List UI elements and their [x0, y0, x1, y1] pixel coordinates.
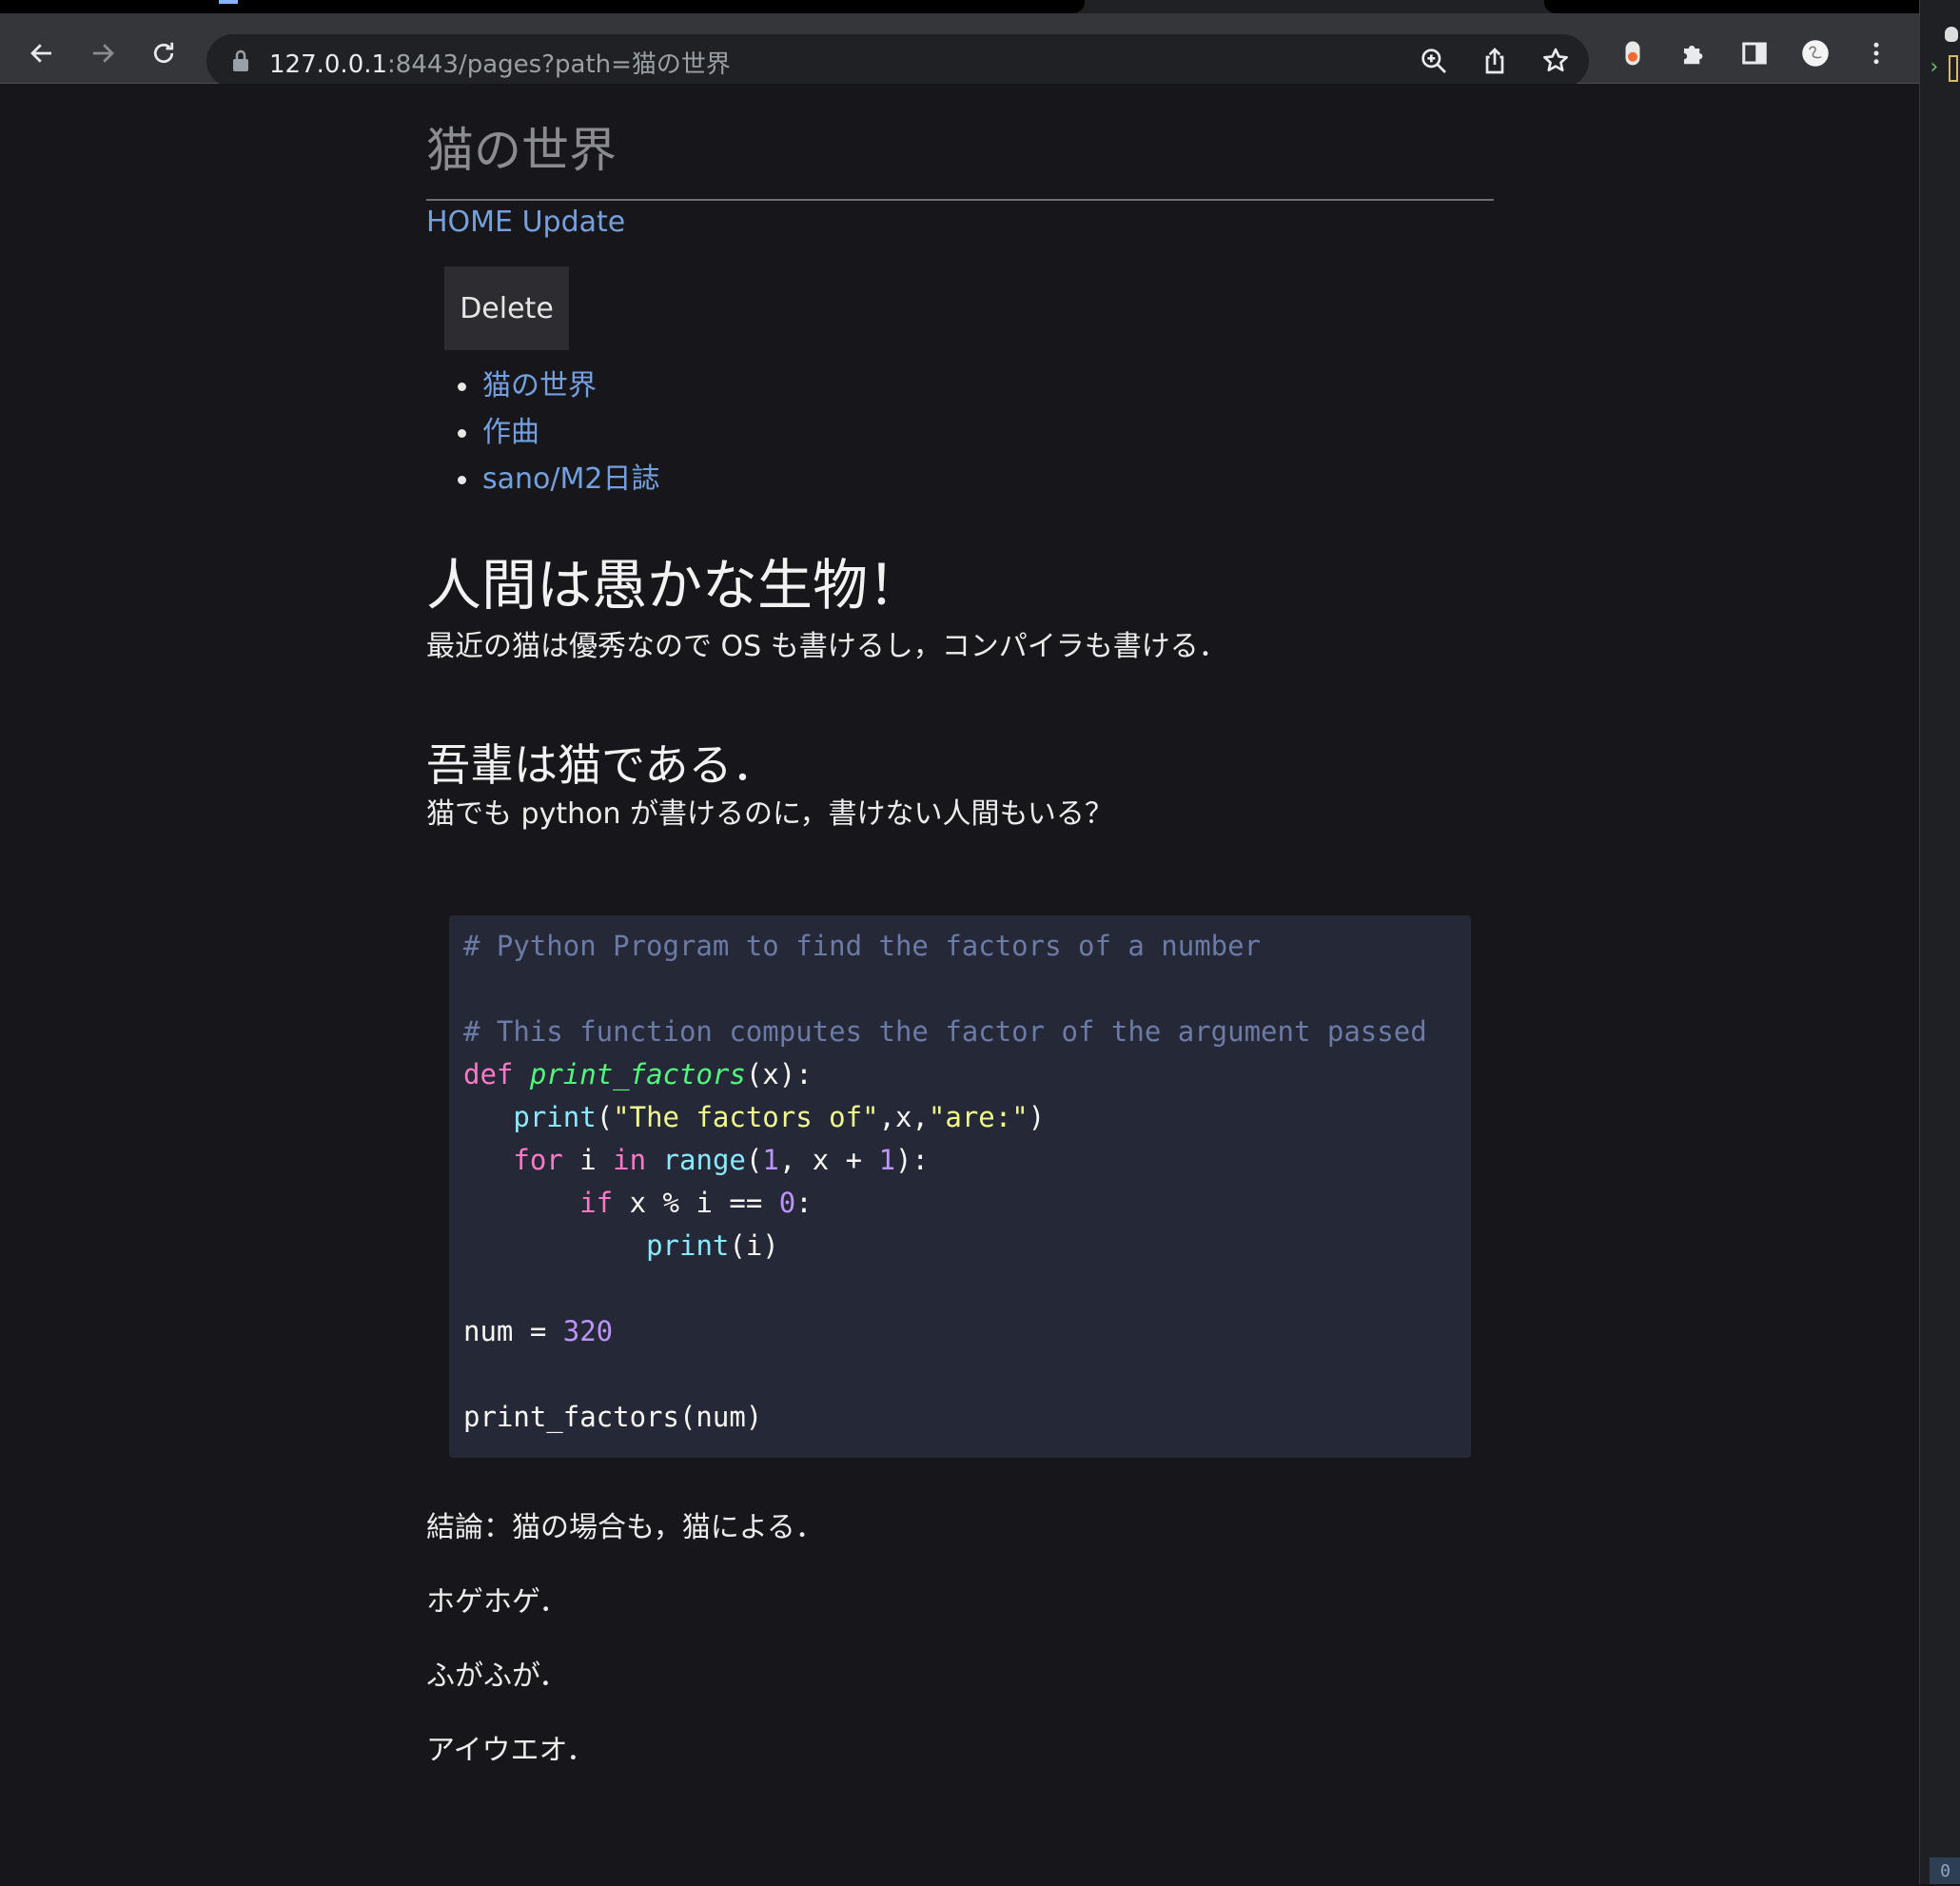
code-punct: ):: [895, 1144, 929, 1176]
code-comment: # Python Program to find the factors of …: [463, 930, 1262, 962]
code-expr: (i): [729, 1229, 779, 1262]
browser-toolbar: 127.0.0.1:8443/pages?path=猫の世界: [0, 13, 1919, 88]
terminal-cursor: [1949, 55, 1958, 82]
adjacent-window-edge: › 0: [1919, 0, 1960, 1884]
menu-kebab-icon: [1873, 42, 1879, 65]
forward-button[interactable]: [84, 34, 122, 72]
paragraph-hoge: ホゲホゲ．: [426, 1585, 568, 1619]
code-number: 1: [878, 1144, 896, 1176]
article-heading-1: 人間は愚かな生物！: [426, 553, 924, 618]
code-expr: num =: [463, 1315, 563, 1347]
zoom-icon[interactable]: [1419, 46, 1449, 76]
code-keyword: if: [579, 1187, 614, 1219]
page-link-sakkyoku[interactable]: 作曲: [482, 416, 539, 449]
code-string: "are:": [928, 1101, 1029, 1133]
page-link-neko[interactable]: 猫の世界: [482, 369, 597, 403]
profile-button[interactable]: [1796, 34, 1834, 72]
delete-button[interactable]: Delete: [444, 266, 569, 350]
code-number: 1: [762, 1144, 779, 1176]
extensions-button[interactable]: [1675, 34, 1713, 72]
reload-icon: [153, 42, 174, 64]
code-intro-paragraph: 猫でも python が書けるのに，書けない人間もいる？: [426, 797, 1113, 831]
apple-icon: [1945, 27, 1958, 42]
status-counter: 0: [1930, 1857, 1960, 1884]
page-list: 猫の世界 作曲 sano/M2日誌: [426, 363, 659, 503]
address-bar[interactable]: 127.0.0.1:8443/pages?path=猫の世界: [206, 34, 1589, 88]
paragraph-fuga: ふがふが．: [426, 1660, 568, 1693]
browser-menu-button[interactable]: [1857, 34, 1895, 72]
intro-paragraph: 最近の猫は優秀なので OS も書けるし，コンパイラも書ける．: [426, 630, 1227, 663]
url-path: :8443/pages?path=猫の世界: [387, 50, 731, 79]
nav-home-link[interactable]: HOME: [426, 206, 513, 239]
active-tab[interactable]: [0, 0, 1085, 13]
url-host: 127.0.0.1: [269, 50, 388, 79]
code-function-name: print_factors: [529, 1058, 746, 1090]
code-builtin: print: [513, 1101, 597, 1133]
code-expr: print_factors(num): [463, 1401, 763, 1433]
code-punct: (: [596, 1101, 614, 1133]
bookmark-star-icon[interactable]: [1540, 46, 1571, 76]
code-keyword: def: [463, 1058, 514, 1090]
code-builtin: print: [646, 1229, 730, 1262]
code-number: 0: [778, 1187, 796, 1219]
site-title: 猫の世界: [426, 123, 617, 178]
tab-strip: [0, 0, 1919, 13]
web-page: 猫の世界 HOME Update Delete 猫の世界 作曲 sano/M2日…: [0, 84, 1919, 1884]
code-block: # Python Program to find the factors of …: [449, 915, 1471, 1458]
title-divider: [426, 199, 1494, 201]
back-icon: [30, 44, 51, 63]
share-icon[interactable]: [1480, 46, 1510, 76]
code-params: (x):: [745, 1058, 813, 1090]
back-button[interactable]: [23, 34, 61, 72]
list-item: 猫の世界: [426, 363, 659, 410]
lock-icon[interactable]: [229, 49, 252, 73]
code-string: "The factors of": [613, 1101, 879, 1133]
extension-record-button[interactable]: [1614, 34, 1652, 72]
article-heading-2: 吾輩は猫である．: [426, 739, 776, 791]
profile-avatar: [1802, 40, 1829, 67]
code-punct: ,x,: [878, 1101, 929, 1133]
inactive-tab[interactable]: [1544, 0, 1919, 13]
code-expr: , x +: [778, 1144, 879, 1176]
code-punct: (: [745, 1144, 763, 1176]
code-expr: x % i ==: [613, 1187, 779, 1219]
code-punct: ): [1028, 1101, 1046, 1133]
nav-update-link[interactable]: Update: [522, 206, 626, 239]
tab-loading-indicator: [219, 0, 238, 4]
page-nav: HOME Update: [426, 206, 625, 239]
terminal-prompt-icon: ›: [1928, 55, 1941, 79]
page-link-m2-diary[interactable]: sano/M2日誌: [482, 462, 659, 496]
side-panel-icon: [1742, 42, 1767, 65]
extension-record-icon: [1625, 41, 1640, 66]
code-number: 320: [562, 1315, 614, 1347]
side-panel-button[interactable]: [1735, 34, 1774, 72]
paragraph-aiueo: アイウエオ．: [426, 1734, 596, 1767]
code-keyword: for: [513, 1144, 563, 1176]
list-item: sano/M2日誌: [426, 457, 659, 503]
reload-button[interactable]: [145, 34, 183, 72]
code-keyword: in: [613, 1144, 647, 1176]
url-text[interactable]: 127.0.0.1:8443/pages?path=猫の世界: [269, 45, 731, 80]
code-comment: # This function computes the factor of t…: [463, 1015, 1427, 1048]
list-item: 作曲: [426, 410, 659, 457]
conclusion-paragraph: 結論：猫の場合も，猫による．: [426, 1511, 824, 1544]
code-punct: :: [795, 1187, 813, 1219]
code-text: # Python Program to find the factors of …: [463, 925, 1427, 1439]
extensions-puzzle-icon: [1684, 45, 1703, 65]
code-var: i: [562, 1144, 614, 1176]
forward-icon: [93, 44, 114, 63]
code-builtin: range: [662, 1144, 746, 1176]
